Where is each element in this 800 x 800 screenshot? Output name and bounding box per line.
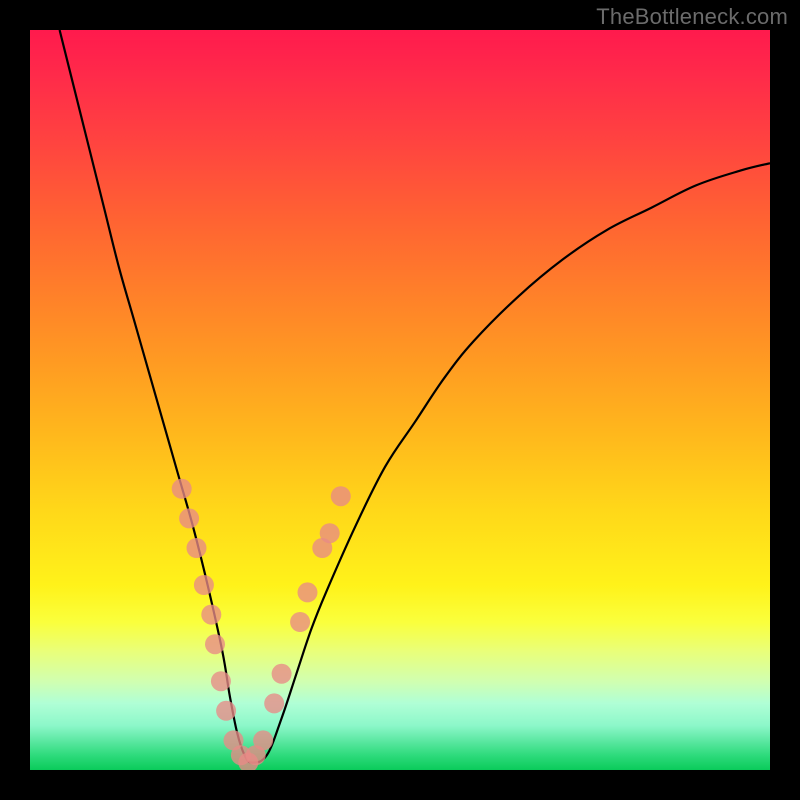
data-marker — [298, 582, 318, 602]
watermark-text: TheBottleneck.com — [596, 4, 788, 30]
marker-group — [172, 479, 351, 770]
chart-frame: TheBottleneck.com — [0, 0, 800, 800]
data-marker — [187, 538, 207, 558]
data-marker — [320, 523, 340, 543]
data-marker — [216, 701, 236, 721]
data-marker — [272, 664, 292, 684]
data-marker — [290, 612, 310, 632]
data-marker — [211, 671, 231, 691]
chart-svg — [30, 30, 770, 770]
data-marker — [264, 693, 284, 713]
plot-area — [30, 30, 770, 770]
data-marker — [201, 605, 221, 625]
data-marker — [331, 486, 351, 506]
data-marker — [253, 730, 273, 750]
bottleneck-curve — [60, 30, 770, 763]
data-marker — [172, 479, 192, 499]
data-marker — [179, 508, 199, 528]
data-marker — [205, 634, 225, 654]
data-marker — [194, 575, 214, 595]
